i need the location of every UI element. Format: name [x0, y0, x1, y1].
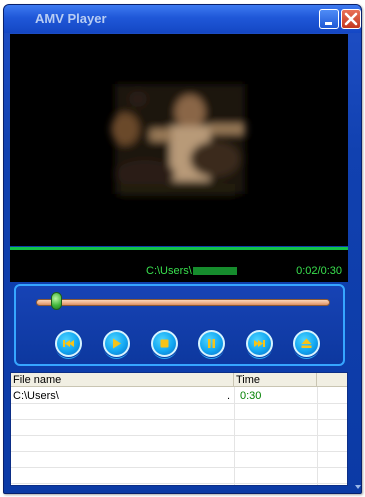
playlist-header: File name Time [11, 373, 347, 387]
close-button[interactable] [341, 9, 361, 29]
status-file-path: C:\Users\ [146, 265, 237, 277]
pause-icon [208, 339, 215, 348]
seek-bar[interactable] [36, 299, 330, 306]
skip-next-icon [254, 340, 265, 347]
status-path-redacted [192, 267, 237, 276]
playlist[interactable]: File name Time C:\Users\ . 0:30 [10, 372, 348, 486]
video-frame [10, 34, 348, 246]
playlist-row[interactable]: C:\Users\ . 0:30 [11, 388, 347, 404]
seek-handle[interactable] [51, 292, 63, 310]
eject-icon [301, 338, 312, 348]
minimize-button[interactable] [319, 9, 339, 29]
title-bar[interactable]: AMV Player [4, 5, 361, 33]
column-header-file-name[interactable]: File name [11, 373, 234, 387]
video-display[interactable] [10, 34, 348, 246]
stop-button[interactable] [151, 330, 178, 357]
playlist-row-empty [11, 452, 347, 468]
stop-icon [160, 339, 169, 348]
row-file-extension-dot: . [227, 390, 231, 402]
column-header-time[interactable]: Time [234, 373, 317, 387]
playlist-row-empty [11, 404, 347, 420]
playlist-row-empty [11, 420, 347, 436]
play-button[interactable] [103, 330, 130, 357]
row-file-name: C:\Users\ [13, 390, 59, 402]
minimize-icon [325, 22, 332, 25]
status-path-text: C:\Users\ [146, 265, 192, 277]
pause-button[interactable] [198, 330, 225, 357]
close-icon [344, 12, 358, 26]
playlist-row-empty [11, 436, 347, 452]
status-bar: C:\Users\ 0:02/0:30 [10, 247, 348, 282]
skip-previous-icon [63, 340, 74, 347]
next-button[interactable] [246, 330, 273, 357]
eject-button[interactable] [293, 330, 320, 357]
play-icon [113, 338, 121, 349]
previous-button[interactable] [55, 330, 82, 357]
playlist-row-empty [11, 468, 347, 484]
status-time: 0:02/0:30 [296, 265, 342, 277]
scroll-down-icon[interactable] [355, 485, 361, 489]
window-title: AMV Player [35, 11, 107, 26]
row-time: 0:30 [240, 390, 262, 402]
